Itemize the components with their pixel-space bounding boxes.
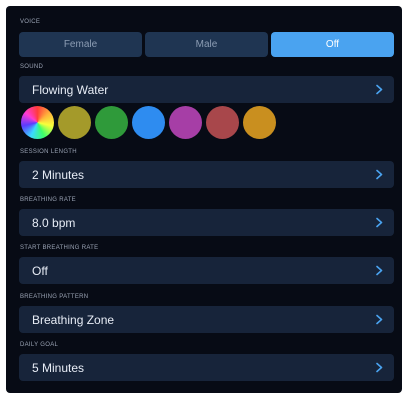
session-length-label: SESSION LENGTH: [20, 149, 77, 155]
breathing-rate-label: BREATHING RATE: [20, 197, 76, 203]
voice-male-button[interactable]: Male: [145, 32, 268, 57]
start-breathing-rate-value: Off: [32, 263, 48, 278]
breathing-pattern-value: Breathing Zone: [32, 312, 115, 327]
blue-swatch[interactable]: [132, 106, 165, 139]
settings-panel: VOICE Female Male Off SOUND Flowing Wate…: [6, 6, 402, 393]
start-breathing-rate-label: START BREATHING RATE: [20, 245, 99, 251]
daily-goal-value: 5 Minutes: [32, 360, 85, 375]
breathing-pattern-label: BREATHING PATTERN: [20, 294, 89, 300]
session-length-value: 2 Minutes: [32, 167, 85, 182]
session-length-row[interactable]: 2 Minutes: [19, 161, 394, 188]
breathing-pattern-row[interactable]: Breathing Zone: [19, 306, 394, 333]
breathing-rate-value: 8.0 bpm: [32, 215, 76, 230]
chevron-right-icon: [376, 362, 383, 373]
start-breathing-rate-row[interactable]: Off: [19, 257, 394, 284]
breathing-rate-row[interactable]: 8.0 bpm: [19, 209, 394, 236]
chevron-right-icon: [376, 84, 383, 95]
daily-goal-row[interactable]: 5 Minutes: [19, 354, 394, 381]
voice-female-button[interactable]: Female: [19, 32, 142, 57]
voice-off-button[interactable]: Off: [271, 32, 394, 57]
rainbow-swatch[interactable]: [21, 106, 54, 139]
voice-label: VOICE: [20, 19, 41, 25]
daily-goal-label: DAILY GOAL: [20, 342, 59, 348]
purple-swatch[interactable]: [169, 106, 202, 139]
chevron-right-icon: [376, 314, 383, 325]
chevron-right-icon: [376, 169, 383, 180]
chevron-right-icon: [376, 265, 383, 276]
red-swatch[interactable]: [206, 106, 239, 139]
sound-row[interactable]: Flowing Water: [19, 76, 394, 103]
olive-swatch[interactable]: [58, 106, 91, 139]
sound-color-swatches: [21, 106, 276, 139]
sound-value: Flowing Water: [32, 82, 109, 97]
green-swatch[interactable]: [95, 106, 128, 139]
sound-label: SOUND: [20, 64, 44, 70]
chevron-right-icon: [376, 217, 383, 228]
voice-segmented-control: Female Male Off: [19, 32, 394, 57]
orange-swatch[interactable]: [243, 106, 276, 139]
